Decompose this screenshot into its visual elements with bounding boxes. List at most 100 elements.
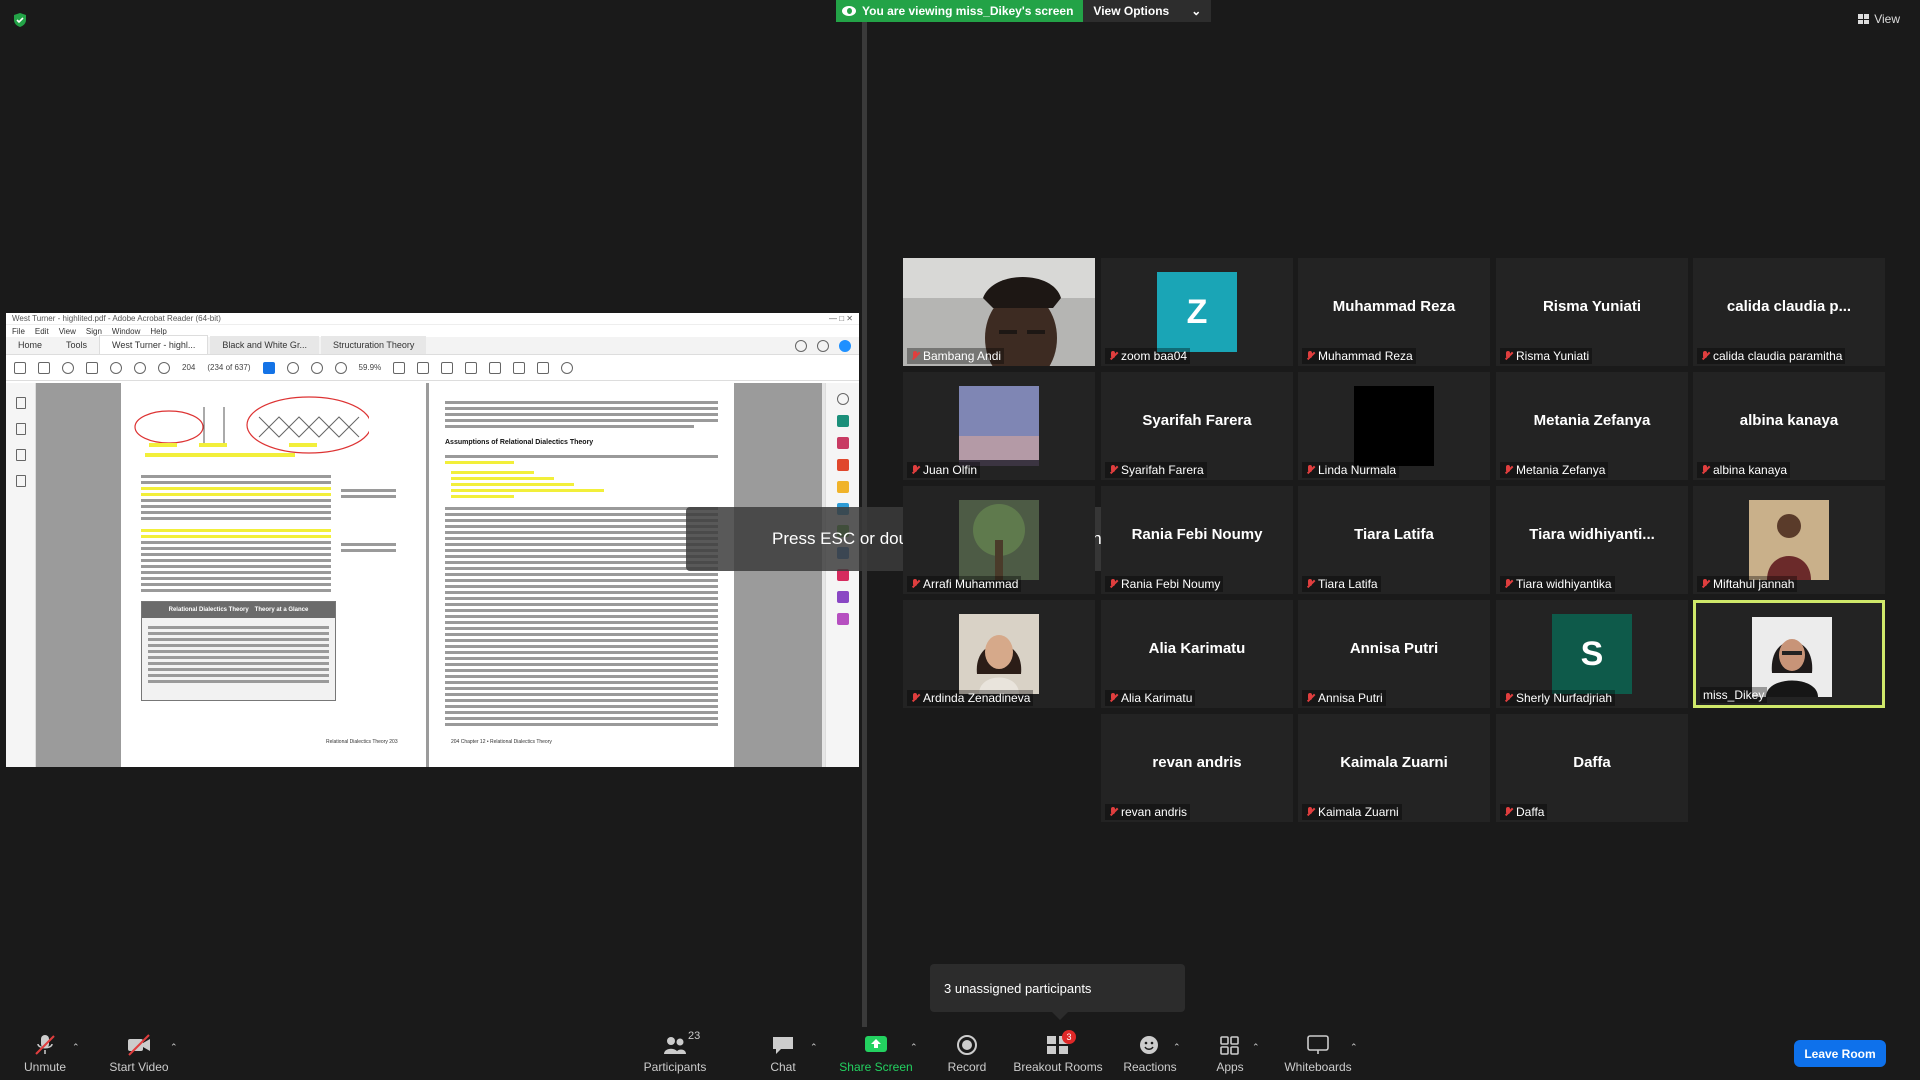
pdf-page-right: Assumptions of Relational Dialectics The… <box>429 383 734 767</box>
apps-options-caret[interactable]: ⌃ <box>1252 1042 1260 1053</box>
comment-tool-icon <box>836 481 849 493</box>
save-icon <box>14 361 26 374</box>
record-label: Record <box>947 1060 987 1074</box>
mic-muted-icon <box>1305 578 1315 590</box>
whiteboards-options-caret[interactable]: ⌃ <box>1350 1042 1358 1053</box>
tab-structuration: Structuration Theory <box>320 336 427 354</box>
participant-name: Annisa Putri <box>1318 691 1383 705</box>
view-options-label: View Options <box>1093 4 1170 18</box>
upload-icon <box>62 361 74 374</box>
leave-room-button[interactable]: Leave Room <box>1794 1040 1886 1067</box>
share-options-caret[interactable]: ⌃ <box>910 1042 918 1053</box>
participant-tile[interactable]: Miftahul jannah <box>1693 486 1885 594</box>
participant-name: Syarifah Farera <box>1121 463 1204 477</box>
menu-file: File <box>12 326 25 336</box>
video-options-caret[interactable]: ⌃ <box>170 1042 178 1053</box>
chat-icon <box>773 1037 793 1054</box>
print-icon <box>86 361 98 374</box>
start-video-button[interactable]: Start Video <box>104 1027 174 1080</box>
grid-view-icon <box>1858 14 1870 24</box>
view-button[interactable]: View <box>1858 12 1900 26</box>
participant-tile[interactable]: albina kanaya albina kanaya <box>1693 372 1885 480</box>
share-screen-button[interactable]: Share Screen <box>836 1027 916 1080</box>
mic-muted-icon <box>35 1035 55 1055</box>
participant-tile[interactable]: Rania Febi Noumy Rania Febi Noumy <box>1101 486 1293 594</box>
participant-tile[interactable]: miss_Dikey <box>1693 600 1885 708</box>
reactions-options-caret[interactable]: ⌃ <box>1173 1042 1181 1053</box>
participant-tile[interactable]: Metania Zefanya Metania Zefanya <box>1496 372 1688 480</box>
whiteboards-button[interactable]: Whiteboards <box>1280 1027 1356 1080</box>
breakout-rooms-label: Breakout Rooms <box>1013 1060 1103 1074</box>
participant-name: Metania Zefanya <box>1516 463 1606 477</box>
scroll-mode-icon <box>417 361 430 374</box>
participant-name-label: Rania Febi Noumy <box>1105 576 1224 592</box>
glance-heading: Relational Dialectics Theory <box>168 607 249 613</box>
participant-tile[interactable]: revan andris revan andris <box>1101 714 1293 822</box>
participants-label: Participants <box>643 1060 707 1074</box>
record-icon <box>957 1035 977 1055</box>
participant-name: Kaimala Zuarni <box>1318 805 1399 819</box>
glance-header: Relational Dialectics Theory Theory at a… <box>142 602 335 618</box>
chat-options-caret[interactable]: ⌃ <box>810 1042 818 1053</box>
zoom-meeting-window: { "top": { "viewing_text": "You are view… <box>0 0 1920 1080</box>
participant-tile[interactable]: Ardinda Zenadineva <box>903 600 1095 708</box>
participant-name-label: miss_Dikey <box>1700 687 1768 703</box>
participant-tile[interactable]: Tiara widhiyanti... Tiara widhiyantika <box>1496 486 1688 594</box>
participant-name: zoom baa04 <box>1121 349 1188 363</box>
participant-name: revan andris <box>1121 805 1188 819</box>
chat-button[interactable]: Chat <box>763 1027 803 1080</box>
participant-tile[interactable]: Muhammad Reza Muhammad Reza <box>1298 258 1490 366</box>
mic-muted-icon <box>1108 806 1118 818</box>
participant-name-label: Metania Zefanya <box>1500 462 1609 478</box>
participant-tile[interactable]: Annisa Putri Annisa Putri <box>1298 600 1490 708</box>
breakout-rooms-button[interactable]: 3 Breakout Rooms <box>1013 1027 1103 1080</box>
record-button[interactable]: Record <box>942 1027 992 1080</box>
menu-view: View <box>58 326 76 336</box>
participant-tile[interactable]: Daffa Daffa <box>1496 714 1688 822</box>
select-cursor-icon <box>262 361 275 374</box>
reactions-button[interactable]: Reactions <box>1120 1027 1180 1080</box>
participant-tile[interactable]: Bambang Andi <box>903 258 1095 366</box>
participant-tile[interactable]: Syarifah Farera Syarifah Farera <box>1101 372 1293 480</box>
share-screen-label: Share Screen <box>839 1060 913 1074</box>
reactions-label: Reactions <box>1123 1060 1177 1074</box>
participant-display-name: Risma Yuniati <box>1542 298 1642 315</box>
participant-tile[interactable]: S Sherly Nurfadjriah <box>1496 600 1688 708</box>
participant-name-label: Muhammad Reza <box>1302 348 1416 364</box>
audio-options-caret[interactable]: ⌃ <box>72 1042 80 1053</box>
export-pdf-icon <box>836 459 849 471</box>
participant-tile[interactable]: Juan Olfin <box>903 372 1095 480</box>
mic-muted-icon <box>1305 806 1315 818</box>
search-icon <box>836 393 849 405</box>
participant-tile[interactable]: Linda Nurmala <box>1298 372 1490 480</box>
participant-display-name: Tiara widhiyanti... <box>1529 526 1655 543</box>
participant-name: Tiara widhiyantika <box>1516 577 1612 591</box>
hand-icon <box>286 361 299 374</box>
mic-muted-icon <box>1305 692 1315 704</box>
protect-icon <box>836 591 849 603</box>
participant-name-label: Bambang Andi <box>907 348 1005 364</box>
mic-muted-icon <box>1700 464 1710 476</box>
participant-avatar: S <box>1552 614 1632 694</box>
unmute-button[interactable]: Unmute <box>20 1027 70 1080</box>
participant-name-label: Daffa <box>1500 804 1548 820</box>
mic-muted-icon <box>910 350 920 362</box>
chevron-down-icon: ⌄ <box>1191 4 1202 18</box>
acrobat-left-rail <box>6 383 36 767</box>
dialectic-diagram <box>134 396 369 457</box>
participant-tile[interactable]: Risma Yuniati Risma Yuniati <box>1496 258 1688 366</box>
apps-button[interactable]: Apps <box>1210 1027 1250 1080</box>
participant-tile[interactable]: Arrafi Muhammad <box>903 486 1095 594</box>
participant-tile[interactable]: Zzoom baa04 <box>1101 258 1293 366</box>
participant-tile[interactable]: Alia Karimatu Alia Karimatu <box>1101 600 1293 708</box>
unassigned-tooltip: 3 unassigned participants <box>930 964 1185 1020</box>
participant-tile[interactable]: Kaimala Zuarni Kaimala Zuarni <box>1298 714 1490 822</box>
page-number: 204 <box>182 363 196 372</box>
participants-button[interactable]: Participants 23 <box>640 1027 710 1080</box>
view-options-button[interactable]: View Options ⌄ <box>1083 0 1212 22</box>
participant-tile[interactable]: calida claudia p... calida claudia parami… <box>1693 258 1885 366</box>
participant-photo <box>959 614 1039 694</box>
security-shield-icon[interactable] <box>12 12 28 28</box>
participant-tile[interactable]: Tiara Latifa Tiara Latifa <box>1298 486 1490 594</box>
participant-photo <box>1354 386 1434 466</box>
